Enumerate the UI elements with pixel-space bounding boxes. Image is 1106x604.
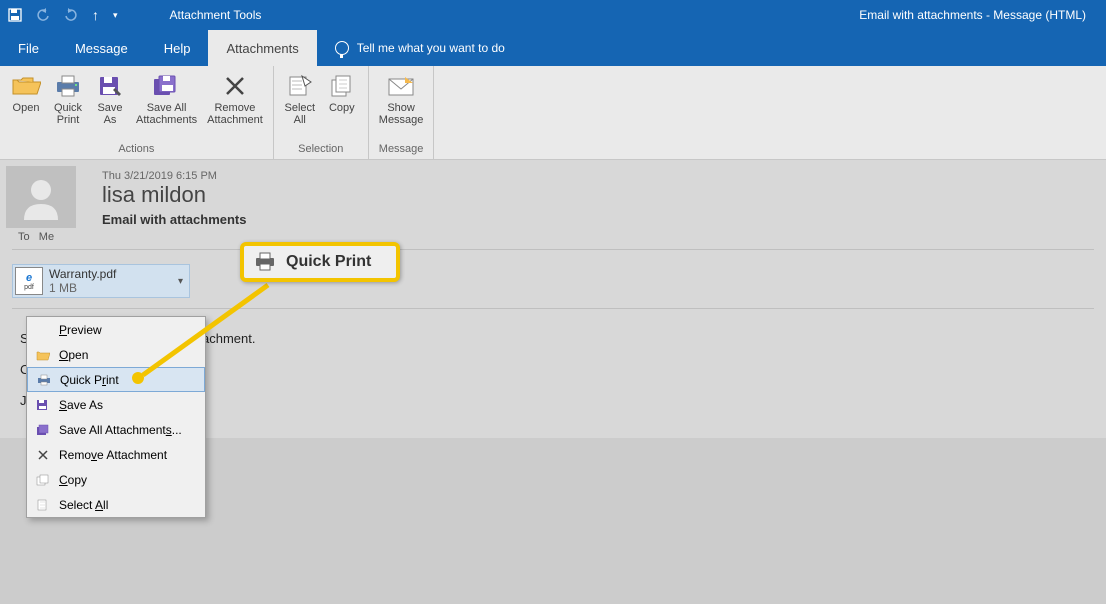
copy-icon (326, 72, 358, 100)
ctx-preview[interactable]: Preview (27, 317, 205, 342)
ribbon: Open Quick Print Save As Save A (0, 66, 1106, 160)
remove-attachment-button[interactable]: Remove Attachment (203, 70, 267, 143)
ctx-preview-label: review (67, 323, 102, 337)
save-as-button[interactable]: Save As (90, 70, 130, 143)
save-all-icon (151, 72, 183, 100)
message-subject: Email with attachments (102, 212, 1094, 227)
to-value: Me (39, 231, 54, 243)
message-recipients: To Me (18, 231, 1094, 243)
avatar (6, 166, 76, 228)
quick-access-toolbar: ↑ ▾ (0, 7, 118, 23)
lightbulb-icon (335, 41, 349, 55)
group-label-actions: Actions (118, 143, 154, 157)
attachment-filename: Warranty.pdf (49, 267, 116, 281)
menu-bar: File Message Help Attachments Tell me wh… (0, 30, 1106, 66)
attachment-row: epdf Warranty.pdf 1 MB ▾ (0, 256, 1106, 317)
select-all-icon (284, 72, 316, 100)
message-header: Thu 3/21/2019 6:15 PM lisa mildon Email … (0, 160, 1106, 256)
folder-open-icon (33, 349, 53, 361)
folder-open-icon (10, 72, 42, 100)
tab-attachments[interactable]: Attachments (208, 30, 316, 66)
callout-quick-print: Quick Print (240, 242, 400, 282)
printer-icon (254, 252, 276, 272)
save-as-icon (94, 72, 126, 100)
ribbon-group-selection: Select All Copy Selection (274, 66, 369, 159)
undo-icon[interactable] (36, 8, 50, 22)
quick-print-label-2: Print (57, 114, 80, 126)
save-all-attachments-button[interactable]: Save All Attachments (132, 70, 201, 143)
ctx-remove-attachment[interactable]: Remove Attachment (27, 442, 205, 467)
select-all-label-1: Select (284, 102, 315, 114)
contextual-tab-label: Attachment Tools (158, 0, 274, 30)
save-all-icon (33, 424, 53, 436)
to-label: To (18, 231, 30, 243)
tell-me-search[interactable]: Tell me what you want to do (317, 30, 505, 66)
select-all-button[interactable]: Select All (280, 70, 320, 143)
save-icon[interactable] (8, 8, 22, 22)
qat-dropdown-icon[interactable]: ▾ (113, 10, 118, 21)
copy-button[interactable]: Copy (322, 70, 362, 143)
tab-message[interactable]: Message (57, 30, 146, 66)
tell-me-placeholder: Tell me what you want to do (357, 41, 505, 55)
quick-print-label-1: Quick (54, 102, 82, 114)
envelope-icon (385, 72, 417, 100)
show-message-button[interactable]: Show Message (375, 70, 428, 143)
select-all-label-2: All (294, 114, 306, 126)
ribbon-group-message: Show Message Message (369, 66, 435, 159)
show-label-2: Message (379, 114, 424, 126)
attachment-size: 1 MB (49, 281, 116, 295)
group-label-selection: Selection (298, 143, 343, 157)
redo-icon[interactable] (64, 8, 78, 22)
message-date: Thu 3/21/2019 6:15 PM (102, 170, 1094, 182)
ctx-save-as[interactable]: Save As (27, 392, 205, 417)
printer-icon (34, 374, 54, 386)
pdf-ext-label: pdf (24, 284, 34, 291)
ctx-quick-print[interactable]: Quick Print (27, 367, 205, 392)
chevron-down-icon[interactable]: ▾ (178, 276, 183, 287)
attachment-context-menu: Preview Open Quick Print Save As Save Al… (26, 316, 206, 518)
save-as-label-2: As (104, 114, 117, 126)
attachment-pill[interactable]: epdf Warranty.pdf 1 MB ▾ (12, 264, 190, 298)
save-as-icon (33, 399, 53, 411)
copy-icon (33, 474, 53, 486)
ribbon-group-actions: Open Quick Print Save As Save A (0, 66, 274, 159)
tab-help[interactable]: Help (146, 30, 209, 66)
window-title: Email with attachments - Message (HTML) (859, 8, 1106, 22)
remove-x-icon (219, 72, 251, 100)
save-all-label-1: Save All (147, 102, 187, 114)
ctx-copy[interactable]: Copy (27, 467, 205, 492)
show-label-1: Show (387, 102, 415, 114)
save-all-label-2: Attachments (136, 114, 197, 126)
open-label: Open (13, 102, 40, 114)
remove-x-icon (33, 449, 53, 461)
ctx-save-all[interactable]: Save All Attachments... (27, 417, 205, 442)
remove-label-2: Attachment (207, 114, 263, 126)
quick-print-button[interactable]: Quick Print (48, 70, 88, 143)
save-as-label-1: Save (97, 102, 122, 114)
body-line-1b: tachment. (198, 331, 255, 346)
printer-icon (52, 72, 84, 100)
copy-label: Copy (329, 102, 355, 114)
pdf-file-icon: epdf (15, 267, 43, 295)
message-sender: lisa mildon (102, 182, 1094, 208)
title-bar: ↑ ▾ Attachment Tools Email with attachme… (0, 0, 1106, 30)
group-label-message: Message (379, 143, 424, 157)
callout-label: Quick Print (286, 253, 371, 271)
select-all-icon (33, 499, 53, 511)
tab-file[interactable]: File (0, 30, 57, 66)
ctx-open[interactable]: Open (27, 342, 205, 367)
ctx-select-all[interactable]: Select All (27, 492, 205, 517)
open-button[interactable]: Open (6, 70, 46, 143)
remove-label-1: Remove (214, 102, 255, 114)
up-arrow-icon[interactable]: ↑ (92, 7, 99, 23)
